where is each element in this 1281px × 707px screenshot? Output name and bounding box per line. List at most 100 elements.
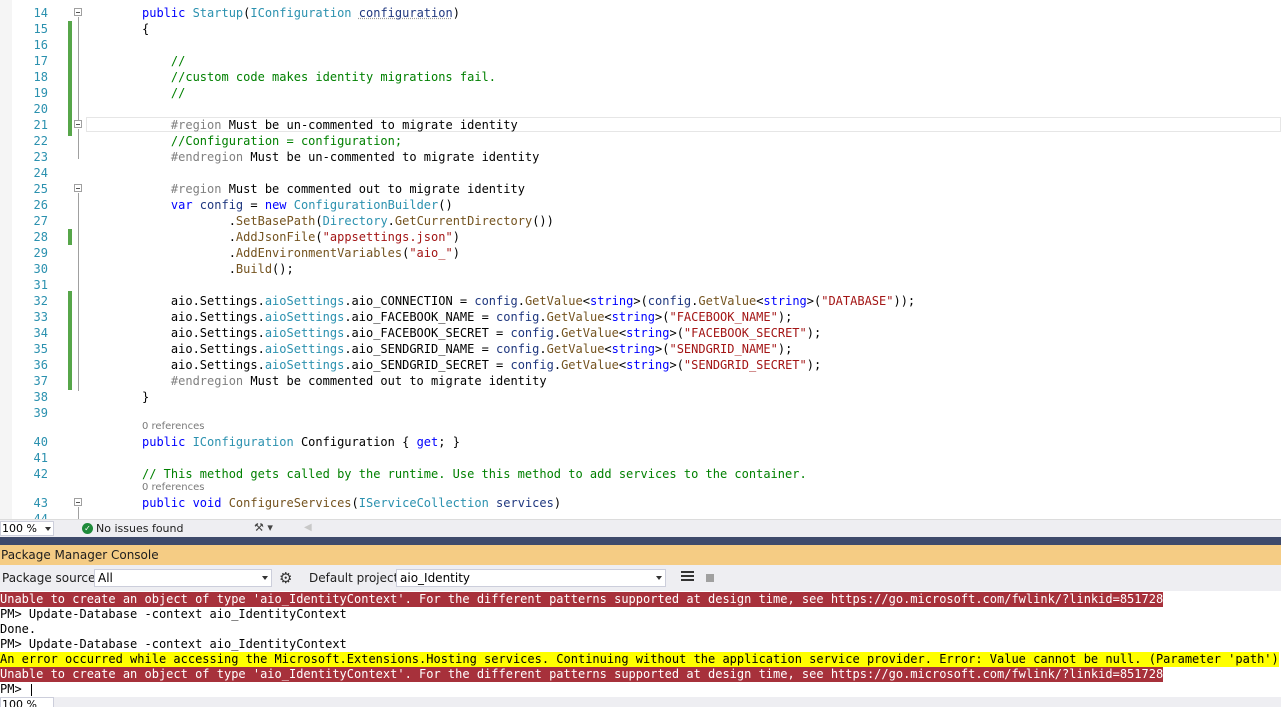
line-number: 27 bbox=[33, 214, 48, 228]
code-token: Must be un-commented to migrate identity bbox=[228, 118, 518, 132]
code-line[interactable]: //custom code makes identity migrations … bbox=[142, 69, 496, 85]
line-number: 24 bbox=[33, 166, 48, 180]
console-prompt[interactable]: PM> bbox=[0, 682, 32, 697]
code-line[interactable]: // bbox=[142, 53, 185, 69]
line-number: 44 bbox=[33, 512, 48, 519]
codelens-references[interactable]: 0 references bbox=[142, 421, 205, 432]
code-line[interactable]: #region Must be commented out to migrate… bbox=[142, 181, 525, 197]
code-line[interactable]: // bbox=[142, 85, 185, 101]
line-number: 36 bbox=[33, 358, 48, 372]
code-line[interactable]: public IConfiguration Configuration { ge… bbox=[142, 434, 460, 450]
code-line[interactable]: } bbox=[142, 389, 149, 405]
line-number: 17 bbox=[33, 54, 48, 68]
code-token: Must be commented out to migrate identit… bbox=[228, 182, 525, 196]
code-line[interactable]: var config = new ConfigurationBuilder() bbox=[142, 197, 453, 213]
default-project-select[interactable]: aio_Identity bbox=[396, 569, 666, 587]
panel-splitter[interactable] bbox=[0, 537, 1281, 545]
code-line[interactable]: public void ConfigureServices(IServiceCo… bbox=[142, 495, 561, 511]
pmc-toolbar: Package source: All ⚙ Default project: a… bbox=[0, 565, 1281, 591]
code-token: config bbox=[510, 326, 554, 340]
code-token: string bbox=[611, 342, 656, 356]
code-line[interactable]: public Startup(IConfiguration configurat… bbox=[142, 5, 460, 21]
zoom-dropdown[interactable]: 100 % bbox=[0, 521, 54, 536]
code-line[interactable]: aio.Settings.aioSettings.aio_CONNECTION … bbox=[142, 293, 915, 309]
codelens-references[interactable]: 0 references bbox=[142, 482, 205, 493]
scroll-left-icon[interactable]: ◀ bbox=[304, 522, 312, 533]
code-token: .aio_FACEBOOK_SECRET = bbox=[344, 326, 511, 340]
editor-margin bbox=[0, 0, 12, 519]
code-token: >( bbox=[655, 310, 670, 324]
line-number: 19 bbox=[33, 86, 48, 100]
code-token: public bbox=[142, 6, 193, 20]
code-token: string bbox=[626, 358, 670, 372]
package-source-select[interactable]: All bbox=[94, 569, 272, 587]
code-token: . bbox=[142, 262, 236, 276]
zoom-value: 100 % bbox=[2, 522, 37, 535]
code-token: "FACEBOOK_NAME" bbox=[669, 310, 778, 324]
line-number: 22 bbox=[33, 134, 48, 148]
code-token: aio.Settings. bbox=[142, 358, 265, 372]
collapse-icon[interactable] bbox=[74, 184, 82, 192]
code-token: . bbox=[142, 246, 236, 260]
code-token: public void bbox=[142, 496, 229, 510]
code-token: .aio_FACEBOOK_NAME = bbox=[344, 310, 497, 324]
code-line[interactable]: // This method gets called by the runtim… bbox=[142, 466, 807, 482]
code-token: //Configuration = configuration; bbox=[142, 134, 403, 148]
text-caret bbox=[30, 683, 32, 696]
code-line[interactable]: aio.Settings.aioSettings.aio_SENDGRID_SE… bbox=[142, 357, 821, 373]
code-token: Directory bbox=[322, 214, 388, 228]
console-zoom-dropdown[interactable]: 100 % bbox=[0, 697, 54, 707]
code-token: GetValue bbox=[546, 342, 605, 356]
clear-console-icon[interactable] bbox=[681, 571, 694, 583]
line-number: 38 bbox=[33, 390, 48, 404]
code-line[interactable]: .Build(); bbox=[142, 261, 294, 277]
code-line[interactable]: aio.Settings.aioSettings.aio_FACEBOOK_SE… bbox=[142, 325, 821, 341]
editor-status-bar: 100 % ✓ No issues found ⚒ ▾ ◀ bbox=[0, 519, 1281, 538]
default-project-label: Default project: bbox=[309, 571, 403, 585]
code-token: . bbox=[539, 310, 547, 324]
code-line[interactable]: { bbox=[142, 21, 149, 37]
line-number: 32 bbox=[33, 294, 48, 308]
code-line[interactable]: #region Must be un-commented to migrate … bbox=[142, 117, 518, 133]
line-number: 34 bbox=[33, 326, 48, 340]
code-line[interactable]: #endregion Must be un-commented to migra… bbox=[142, 149, 539, 165]
collapse-icon[interactable] bbox=[74, 8, 82, 16]
code-token: aio.Settings. bbox=[142, 342, 265, 356]
code-token: < bbox=[604, 342, 612, 356]
code-token: aio.Settings. bbox=[142, 310, 265, 324]
console-line: PM> Update-Database -context aio_Identit… bbox=[0, 607, 347, 621]
code-line[interactable]: .AddJsonFile("appsettings.json") bbox=[142, 229, 460, 245]
code-line[interactable]: aio.Settings.aioSettings.aio_FACEBOOK_NA… bbox=[142, 309, 792, 325]
code-cleanup-icon[interactable]: ⚒ ▾ bbox=[254, 521, 273, 534]
stop-icon[interactable] bbox=[706, 574, 714, 582]
code-token: Startup bbox=[192, 6, 244, 20]
code-token: "aio_" bbox=[409, 246, 453, 260]
console-output[interactable]: Unable to create an object of type 'aio_… bbox=[0, 591, 1281, 697]
chevron-down-icon bbox=[262, 576, 268, 580]
code-token: "appsettings.json" bbox=[322, 230, 453, 244]
code-line[interactable]: aio.Settings.aioSettings.aio_SENDGRID_NA… bbox=[142, 341, 792, 357]
code-token: ( bbox=[315, 214, 323, 228]
code-line[interactable]: .AddEnvironmentVariables("aio_") bbox=[142, 245, 460, 261]
line-number: 21 bbox=[33, 118, 48, 132]
code-token: #region bbox=[142, 182, 229, 196]
issues-status[interactable]: No issues found bbox=[96, 522, 183, 535]
gear-icon[interactable]: ⚙ bbox=[279, 569, 292, 587]
code-line[interactable]: //Configuration = configuration; bbox=[142, 133, 402, 149]
collapse-icon[interactable] bbox=[74, 120, 82, 128]
codelens-references[interactable]: 0 references bbox=[142, 0, 205, 3]
code-token: GetValue bbox=[698, 294, 757, 308]
code-line[interactable]: #endregion Must be commented out to migr… bbox=[142, 373, 547, 389]
code-token: < bbox=[582, 294, 590, 308]
code-editor[interactable]: 0 references14public Startup(IConfigurat… bbox=[0, 0, 1281, 519]
code-line[interactable]: .SetBasePath(Directory.GetCurrentDirecto… bbox=[142, 213, 554, 229]
code-token: aio.Settings. bbox=[142, 326, 265, 340]
collapse-icon[interactable] bbox=[74, 498, 82, 506]
line-number: 42 bbox=[33, 467, 48, 481]
code-token: aioSettings bbox=[264, 294, 345, 308]
code-token: aioSettings bbox=[264, 342, 345, 356]
code-token: configuration bbox=[358, 6, 453, 20]
default-project-value: aio_Identity bbox=[400, 571, 471, 585]
code-token: config bbox=[647, 294, 692, 308]
